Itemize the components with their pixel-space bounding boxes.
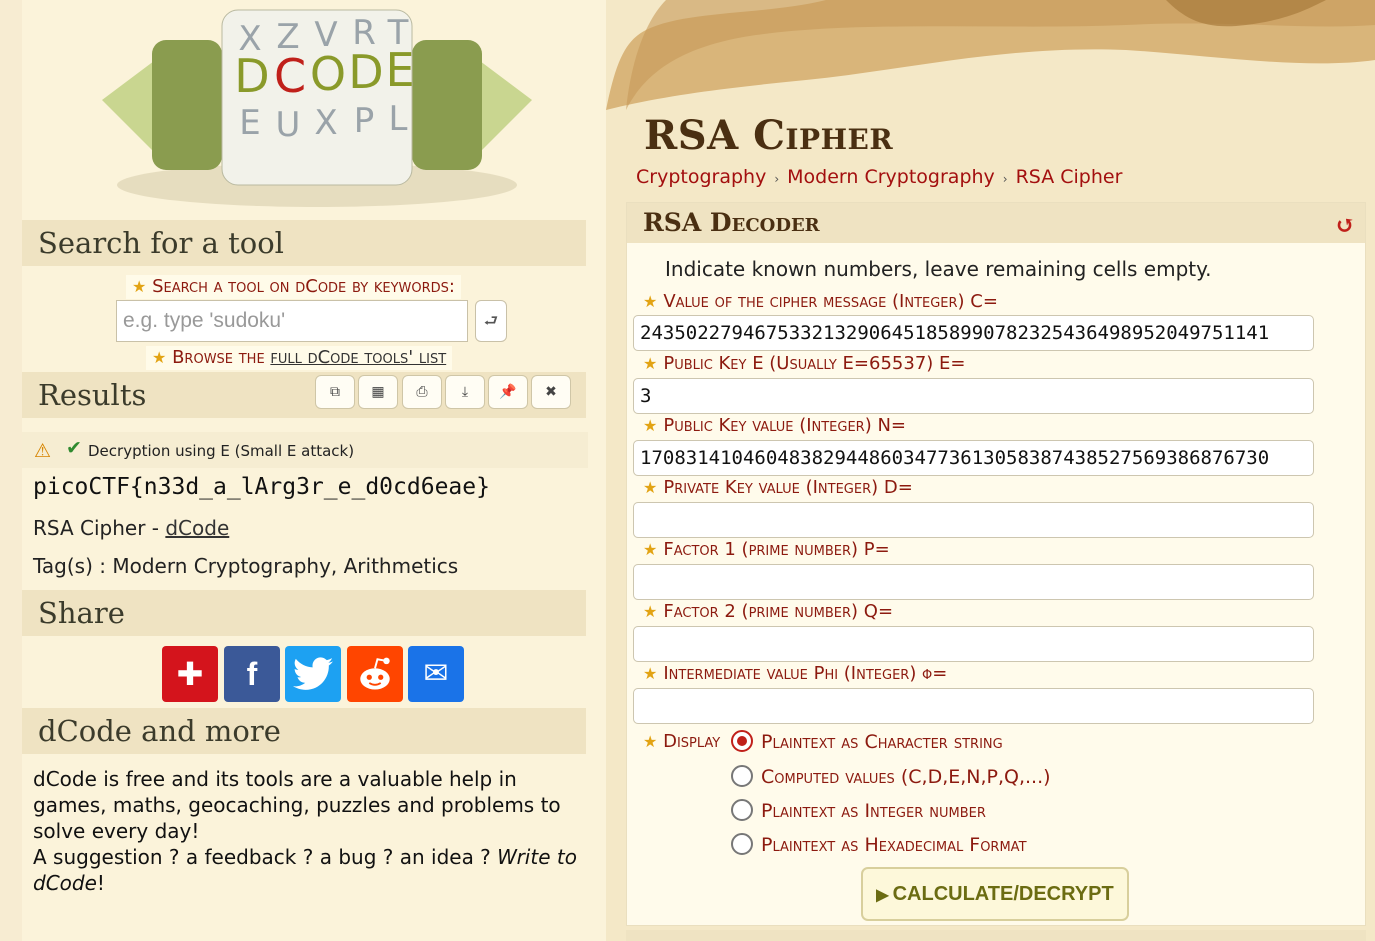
result-source-line: RSA Cipher - dCode — [33, 516, 230, 540]
field-label-e: ★ Public Key E (Usually E=65537) E= — [643, 353, 966, 374]
check-icon: ✔ — [66, 437, 82, 459]
display-label: ★ Display — [643, 731, 721, 752]
field-label-c: ★ Value of the cipher message (Integer) C… — [643, 291, 998, 312]
search-section-title: Search for a tool — [22, 220, 586, 266]
field-label-p: ★ Factor 1 (prime number) P= — [643, 539, 890, 560]
svg-text:L: L — [389, 99, 408, 139]
search-go-icon[interactable]: ⮐ — [475, 300, 507, 342]
star-icon: ★ — [643, 602, 658, 621]
search-label: ★ Search a tool on dCode by keywords: — [126, 275, 461, 299]
svg-text:O: O — [310, 47, 346, 101]
reset-icon[interactable]: ↺ — [1335, 205, 1355, 245]
email-button[interactable]: ✉ — [408, 646, 464, 702]
next-section-header — [626, 930, 1366, 941]
radio-icon[interactable] — [731, 764, 753, 787]
svg-text:E: E — [239, 103, 260, 143]
display-option-computed-values[interactable]: Computed values (C,D,E,N,P,Q,...) — [731, 764, 1051, 794]
left-column: X Z V R T E U X P L D C O D E Search for… — [22, 0, 606, 941]
page-title: RSA Cipher — [644, 112, 894, 159]
warning-icon: ⚠ — [34, 440, 52, 462]
radio-icon[interactable] — [731, 798, 753, 821]
factor-q-input[interactable] — [633, 626, 1314, 662]
star-icon: ★ — [643, 354, 658, 373]
star-icon: ★ — [643, 732, 658, 751]
facebook-button[interactable]: f — [224, 646, 280, 702]
dcode-link[interactable]: dCode — [165, 516, 229, 540]
star-icon: ★ — [643, 478, 658, 497]
copy-icon[interactable]: ⧉ — [315, 375, 355, 409]
display-option-character-string[interactable]: Plaintext as Character string — [731, 729, 1003, 759]
star-icon: ★ — [643, 292, 658, 311]
search-input[interactable] — [116, 300, 468, 342]
share-section-title: Share — [22, 590, 586, 636]
radio-selected-icon[interactable] — [731, 729, 753, 752]
more-text: dCode is free and its tools are a valuab… — [33, 767, 577, 895]
star-icon: ★ — [152, 348, 167, 367]
more-section-title: dCode and more — [22, 708, 586, 754]
pin-icon[interactable]: 📌 — [488, 375, 528, 409]
field-label-n: ★ Public Key value (Integer) N= — [643, 415, 907, 436]
factor-p-input[interactable] — [633, 564, 1314, 600]
decrypted-result: picoCTF{n33d_a_lArg3r_e_d0cd6eae} — [33, 474, 490, 500]
dcode-logo[interactable]: X Z V R T E U X P L D C O D E — [82, 0, 552, 215]
twitter-button[interactable] — [285, 646, 341, 702]
star-icon: ★ — [643, 416, 658, 435]
display-option-integer[interactable]: Plaintext as Integer number — [731, 798, 986, 828]
star-icon: ★ — [132, 277, 147, 296]
tool-title: RSA Decoder ↺ — [627, 203, 1365, 243]
breadcrumb: Cryptography › Modern Cryptography › RSA Cip… — [636, 166, 1122, 188]
svg-text:X: X — [314, 103, 337, 143]
result-note-row: ⚠ ✔ Decryption using E (Small E attack) — [22, 432, 588, 468]
play-icon: ▶ — [876, 887, 889, 904]
twitter-bird-icon — [293, 657, 333, 690]
share-add-button[interactable]: ✚ — [162, 646, 218, 702]
rsa-decoder-panel: RSA Decoder ↺ Indicate known numbers, le… — [626, 202, 1366, 926]
tool-intro: Indicate known numbers, leave remaining … — [665, 257, 1212, 281]
cipher-message-input[interactable]: 2435022794675332132906451858990782325436… — [633, 315, 1314, 351]
display-option-hexadecimal[interactable]: Plaintext as Hexadecimal Format — [731, 832, 1027, 862]
breadcrumb-modern-cryptography[interactable]: Modern Cryptography — [787, 166, 995, 188]
right-column: RSA Cipher Cryptography › Modern Cryptogra… — [606, 0, 1375, 941]
svg-text:U: U — [276, 105, 301, 145]
calculate-decrypt-button[interactable]: ▶ CALCULATE/DECRYPT — [861, 867, 1129, 921]
svg-text:P: P — [354, 101, 375, 141]
public-key-e-input[interactable]: 3 — [633, 378, 1314, 414]
field-label-q: ★ Factor 2 (prime number) Q= — [643, 601, 894, 622]
field-label-phi: ★ Intermediate value Phi (Integer) φ= — [643, 663, 948, 684]
result-note: Decryption using E (Small E attack) — [88, 442, 355, 460]
radio-icon[interactable] — [731, 832, 753, 855]
tags-line: Tag(s) : Modern Cryptography, Arithmetic… — [33, 554, 459, 578]
close-icon[interactable]: ✖ — [531, 375, 571, 409]
star-icon: ★ — [643, 664, 658, 683]
phi-input[interactable] — [633, 688, 1314, 724]
breadcrumb-cryptography[interactable]: Cryptography — [636, 166, 766, 188]
star-icon: ★ — [643, 540, 658, 559]
print-icon[interactable]: ⎙ — [402, 375, 442, 409]
svg-text:D: D — [348, 45, 383, 99]
chevron-right-icon: › — [1002, 172, 1008, 186]
browse-tools-link[interactable]: ★ Browse the full dCode tools' list — [146, 346, 453, 370]
parchment-decoration — [606, 0, 1375, 110]
svg-text:E: E — [385, 43, 414, 97]
reddit-button[interactable] — [347, 646, 403, 702]
private-key-d-input[interactable] — [633, 502, 1314, 538]
download-icon[interactable]: ⤓ — [445, 375, 485, 409]
reddit-alien-icon — [360, 657, 390, 690]
breadcrumb-rsa-cipher[interactable]: RSA Cipher — [1016, 166, 1123, 188]
save-icon[interactable]: ▦ — [358, 375, 398, 409]
field-label-d: ★ Private Key value (Integer) D= — [643, 477, 913, 498]
chevron-right-icon: › — [774, 172, 780, 186]
public-key-n-input[interactable]: 1708314104604838294486034773613058387438… — [633, 440, 1314, 476]
svg-text:C: C — [274, 49, 306, 103]
svg-text:D: D — [234, 49, 269, 103]
